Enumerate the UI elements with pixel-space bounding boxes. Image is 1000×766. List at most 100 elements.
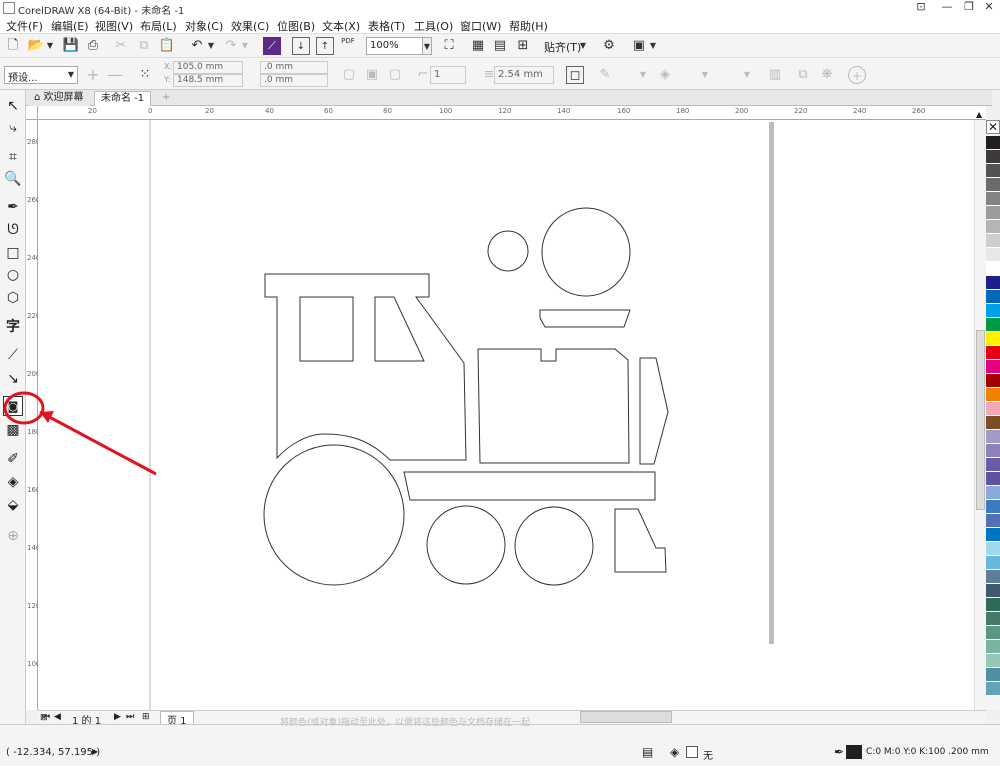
menu-bitmap[interactable]: 位图(B) bbox=[277, 18, 315, 34]
rectangle-tool-icon[interactable]: □ bbox=[3, 243, 23, 263]
palette-swatch[interactable] bbox=[986, 192, 1000, 206]
ellipse-tool-icon[interactable]: ○ bbox=[3, 265, 23, 285]
palette-swatch[interactable] bbox=[986, 682, 1000, 696]
fill-color-dropdown-icon[interactable]: ▼ bbox=[700, 66, 710, 84]
new-document-icon[interactable]: 🗋 bbox=[4, 37, 22, 55]
show-guidelines-icon[interactable]: ⊞ bbox=[514, 37, 532, 55]
corner-count-field[interactable]: 1 bbox=[430, 66, 466, 84]
close-button[interactable]: ✕ bbox=[978, 0, 1000, 16]
zoom-tool-icon[interactable]: 🔍 bbox=[3, 169, 23, 189]
menu-effects[interactable]: 效果(C) bbox=[231, 18, 269, 34]
snap-to-button[interactable]: 贴齐(T) bbox=[544, 39, 581, 55]
palette-swatch[interactable] bbox=[986, 150, 1000, 164]
undo-icon[interactable]: ↶ bbox=[188, 37, 206, 55]
color-doc-icon[interactable]: ⊠ bbox=[40, 713, 48, 723]
palette-swatch[interactable] bbox=[986, 514, 1000, 528]
print-icon[interactable]: ⎙ bbox=[84, 37, 102, 55]
palette-swatch[interactable] bbox=[986, 374, 1000, 388]
y-position-field[interactable]: 148.5 mm bbox=[173, 74, 243, 87]
parallel-dimension-tool-icon[interactable]: ⟋ bbox=[3, 345, 23, 365]
text-tool-icon[interactable]: 字 bbox=[3, 317, 23, 337]
palette-swatch[interactable] bbox=[986, 220, 1000, 234]
add-preset-icon[interactable]: + bbox=[84, 66, 102, 84]
restore-button[interactable]: ❐ bbox=[958, 0, 980, 16]
palette-swatch[interactable] bbox=[986, 444, 1000, 458]
undo-dropdown-icon[interactable]: ▼ bbox=[206, 37, 216, 55]
artistic-media-tool-icon[interactable]: ᘎ bbox=[3, 220, 23, 240]
zoom-level-field[interactable]: 100% bbox=[366, 37, 424, 55]
prev-page-icon[interactable]: ◀ bbox=[54, 712, 61, 722]
add-page-icon[interactable]: ⊞ bbox=[142, 712, 150, 722]
add-tool-icon[interactable]: ⊕ bbox=[3, 526, 23, 546]
height-field[interactable]: .0 mm bbox=[260, 74, 328, 87]
palette-swatch[interactable] bbox=[986, 318, 1000, 332]
redo-dropdown-icon[interactable]: ▼ bbox=[240, 37, 250, 55]
accel-icon[interactable]: ▥ bbox=[766, 66, 784, 84]
cut-icon[interactable]: ✂ bbox=[112, 37, 130, 55]
palette-swatch[interactable] bbox=[986, 290, 1000, 304]
search-content-icon[interactable]: ⟋ bbox=[263, 37, 281, 55]
menu-text[interactable]: 文本(X) bbox=[322, 18, 360, 34]
chamfer-corner-icon[interactable]: ▢ bbox=[386, 66, 404, 84]
options-gear-icon[interactable]: ⚙ bbox=[600, 37, 618, 55]
width-field[interactable]: .0 mm bbox=[260, 61, 328, 74]
menu-tools[interactable]: 工具(O) bbox=[414, 18, 453, 34]
zoom-dropdown-icon[interactable]: ▼ bbox=[422, 37, 432, 55]
shape-tool-icon[interactable]: ⤷ bbox=[3, 118, 23, 138]
palette-swatch[interactable] bbox=[986, 248, 1000, 262]
palette-swatch[interactable] bbox=[986, 304, 1000, 318]
vertical-scroll-thumb[interactable] bbox=[976, 330, 985, 510]
horizontal-ruler[interactable]: 20 0 20 40 60 80 100 120 140 160 180 200… bbox=[38, 106, 986, 120]
palette-swatch[interactable] bbox=[986, 402, 1000, 416]
palette-swatch[interactable] bbox=[986, 612, 1000, 626]
pick-tool-icon[interactable]: ↖ bbox=[3, 96, 23, 116]
palette-swatch[interactable] bbox=[986, 640, 1000, 654]
menu-view[interactable]: 视图(V) bbox=[95, 18, 133, 34]
palette-swatch[interactable] bbox=[986, 528, 1000, 542]
outline-color-dropdown-icon[interactable]: ▼ bbox=[638, 66, 648, 84]
coords-expand-icon[interactable]: ▶ bbox=[92, 747, 98, 756]
fill-bucket-icon[interactable]: ◈ bbox=[656, 66, 674, 84]
crop-tool-icon[interactable]: ⌗ bbox=[3, 147, 23, 167]
last-page-icon[interactable]: ⏭ bbox=[126, 712, 134, 722]
show-grid-icon[interactable]: ▤ bbox=[491, 37, 509, 55]
palette-swatch[interactable] bbox=[986, 346, 1000, 360]
redo-icon[interactable]: ↷ bbox=[222, 37, 240, 55]
palette-swatch[interactable] bbox=[986, 556, 1000, 570]
snap-dropdown-icon[interactable]: ▼ bbox=[578, 37, 588, 55]
palette-swatch[interactable] bbox=[986, 178, 1000, 192]
palette-swatch[interactable] bbox=[986, 416, 1000, 430]
export-icon[interactable]: ↑ bbox=[316, 37, 334, 55]
new-tab-icon[interactable]: + bbox=[156, 91, 176, 106]
paste-icon[interactable]: 📋 bbox=[158, 37, 176, 55]
fill-none-swatch[interactable] bbox=[686, 746, 698, 758]
outline-color-status-swatch[interactable] bbox=[846, 745, 862, 759]
palette-swatch[interactable] bbox=[986, 500, 1000, 514]
scallop-corner-icon[interactable]: ▣ bbox=[363, 66, 381, 84]
palette-swatch[interactable] bbox=[986, 388, 1000, 402]
application-launcher-icon[interactable]: ▣ bbox=[630, 37, 648, 55]
document-color-icon[interactable]: ▤ bbox=[642, 745, 653, 759]
smart-fill-tool-icon[interactable]: ⬙ bbox=[3, 495, 23, 515]
import-icon[interactable]: ↓ bbox=[292, 37, 310, 55]
outline-pen-icon[interactable]: ✎ bbox=[596, 66, 614, 84]
tab-welcome-screen[interactable]: ⌂ 欢迎屏幕 bbox=[28, 91, 90, 106]
round-corner-icon[interactable]: ▢ bbox=[340, 66, 358, 84]
show-rulers-icon[interactable]: ▦ bbox=[469, 37, 487, 55]
palette-swatch[interactable] bbox=[986, 472, 1000, 486]
publish-pdf-icon[interactable]: PDF bbox=[339, 37, 357, 55]
minimize-button[interactable]: — bbox=[936, 0, 958, 16]
menu-help[interactable]: 帮助(H) bbox=[509, 18, 548, 34]
palette-swatch[interactable] bbox=[986, 136, 1000, 150]
contour-inside-icon[interactable]: ◻ bbox=[566, 66, 584, 84]
preset-dropdown-icon[interactable]: ▼ bbox=[66, 66, 76, 84]
palette-swatch[interactable] bbox=[986, 164, 1000, 178]
palette-swatch[interactable] bbox=[986, 486, 1000, 500]
menu-layout[interactable]: 布局(L) bbox=[140, 18, 177, 34]
palette-swatch[interactable] bbox=[986, 458, 1000, 472]
palette-swatch[interactable] bbox=[986, 332, 1000, 346]
clear-contour-icon[interactable]: ❋ bbox=[818, 66, 836, 84]
menu-window[interactable]: 窗口(W) bbox=[460, 18, 501, 34]
palette-swatch[interactable] bbox=[986, 430, 1000, 444]
palette-swatch[interactable] bbox=[986, 570, 1000, 584]
